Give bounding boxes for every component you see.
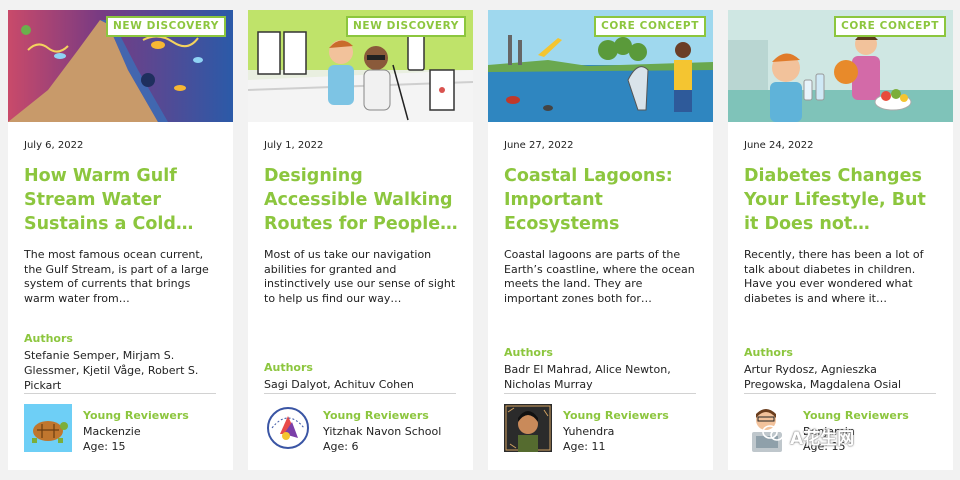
article-summary: The most famous ocean current, the Gulf … — [24, 248, 209, 305]
article-image[interactable]: CORE CONCEPT — [728, 10, 953, 122]
authors-label: Authors — [744, 346, 793, 359]
article-card[interactable]: CORE CONCEPT June 27, 2022 Coastal Lagoo… — [488, 10, 713, 470]
article-card[interactable]: CORE CONCEPT June 24, 2022 Diabetes Chan… — [728, 10, 953, 470]
category-badge: CORE CONCEPT — [834, 16, 946, 37]
authors-label: Authors — [24, 332, 73, 345]
article-summary: Most of us take our navigation abilities… — [264, 248, 456, 305]
article-card[interactable]: NEW DISCOVERY July 1, 2022 Designing Acc… — [248, 10, 473, 470]
reviewer-age: Age: 11 — [563, 440, 606, 453]
young-reviewers-label: Young Reviewers — [323, 409, 429, 422]
divider — [24, 393, 216, 394]
authors-list: Badr El Mahrad, Alice Newton, Nicholas M… — [504, 363, 671, 391]
young-reviewers-label: Young Reviewers — [563, 409, 669, 422]
divider — [264, 393, 456, 394]
article-title[interactable]: Coastal Lagoons: Important Ecosystems — [504, 164, 700, 236]
authors-list: Stefanie Semper, Mirjam S. Glessmer, Kje… — [24, 349, 199, 392]
category-badge: CORE CONCEPT — [594, 16, 706, 37]
article-title[interactable]: How Warm Gulf Stream Water Sustains a Co… — [24, 164, 220, 236]
reviewer-name: Yuhendra — [563, 425, 615, 438]
category-badge: NEW DISCOVERY — [106, 16, 226, 37]
article-summary: Recently, there has been a lot of talk a… — [744, 248, 924, 305]
reviewer-avatar — [504, 404, 552, 452]
publish-date: July 1, 2022 — [264, 140, 324, 151]
reviewer-avatar — [24, 404, 72, 452]
divider — [744, 393, 936, 394]
wechat-icon — [762, 425, 784, 441]
article-image[interactable]: NEW DISCOVERY — [8, 10, 233, 122]
reviewer-name: Mackenzie — [83, 425, 141, 438]
divider — [504, 393, 696, 394]
authors-list: Artur Rydosz, Agnieszka Pregowska, Magda… — [744, 363, 902, 391]
article-title[interactable]: Diabetes Changes Your Lifestyle, But it … — [744, 164, 940, 236]
reviewer-age: Age: 6 — [323, 440, 359, 453]
reviewer-age: Age: 15 — [83, 440, 126, 453]
publish-date: June 24, 2022 — [744, 140, 814, 151]
article-image[interactable]: NEW DISCOVERY — [248, 10, 473, 122]
article-summary: Coastal lagoons are parts of the Earth’s… — [504, 248, 695, 305]
young-reviewers-label: Young Reviewers — [83, 409, 189, 422]
article-card[interactable]: NEW DISCOVERY July 6, 2022 How Warm Gulf… — [8, 10, 233, 470]
authors-list: Sagi Dalyot, Achituv Cohen — [264, 378, 414, 391]
publish-date: July 6, 2022 — [24, 140, 84, 151]
category-badge: NEW DISCOVERY — [346, 16, 466, 37]
article-image[interactable]: CORE CONCEPT — [488, 10, 713, 122]
young-reviewers-label: Young Reviewers — [803, 409, 909, 422]
authors-label: Authors — [264, 361, 313, 374]
article-title[interactable]: Designing Accessible Walking Routes for … — [264, 164, 460, 236]
authors-label: Authors — [504, 346, 553, 359]
publish-date: June 27, 2022 — [504, 140, 574, 151]
reviewer-avatar — [264, 404, 312, 452]
watermark-text: A花生网 — [790, 429, 855, 449]
reviewer-name: Yitzhak Navon School — [323, 425, 442, 438]
